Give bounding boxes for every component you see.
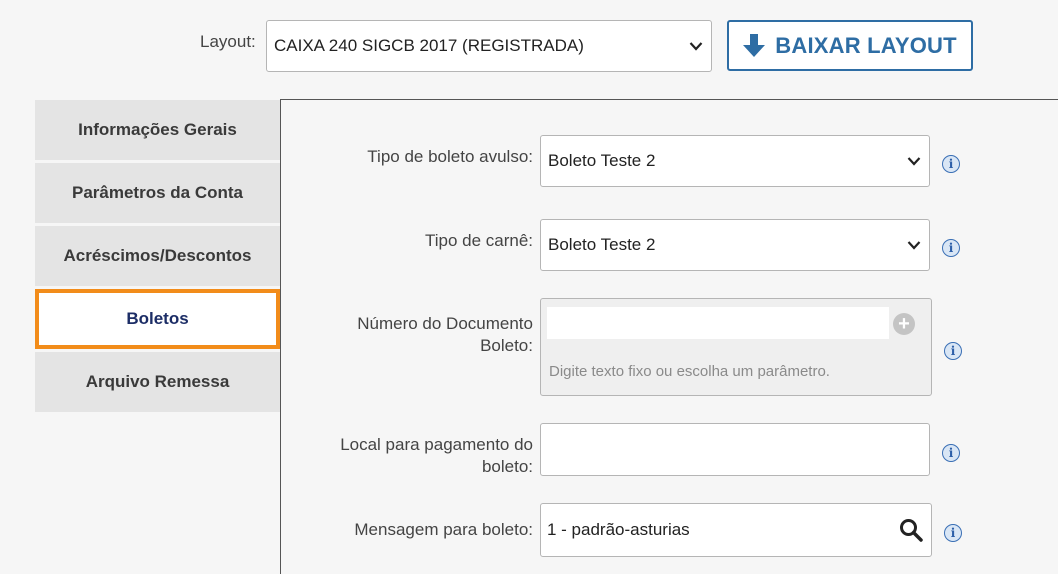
info-icon[interactable]: i [944,342,962,360]
local-pagamento-label: Local para pagamento do boleto: [340,434,533,478]
info-icon[interactable]: i [942,155,960,173]
arrow-down-icon [743,33,766,57]
search-icon[interactable] [899,518,923,542]
tab-label: Informações Gerais [78,120,237,139]
layout-select-value: CAIXA 240 SIGCB 2017 (REGISTRADA) [274,36,584,55]
chevron-down-icon [689,42,703,51]
download-layout-label: BAIXAR LAYOUT [775,32,957,58]
info-icon[interactable]: i [942,239,960,257]
numero-documento-label-line2: Boleto: [480,336,533,355]
tab-boletos[interactable]: Boletos [35,289,280,349]
mensagem-value: 1 - padrão-asturias [547,520,690,539]
local-pagamento-label-line1: Local para pagamento do [340,435,533,454]
local-pagamento-input[interactable] [540,423,930,476]
chevron-down-icon [907,241,921,250]
tipo-boleto-avulso-label: Tipo de boleto avulso: [367,147,533,166]
tab-informacoes-gerais[interactable]: Informações Gerais [35,100,280,160]
tab-parametros-da-conta[interactable]: Parâmetros da Conta [35,163,280,223]
mensagem-label: Mensagem para boleto: [354,520,533,539]
tab-label: Acréscimos/Descontos [63,246,252,265]
chevron-down-icon [907,157,921,166]
tipo-carne-select[interactable]: Boleto Teste 2 [540,219,930,271]
tipo-boleto-avulso-select[interactable]: Boleto Teste 2 [540,135,930,187]
tipo-carne-label: Tipo de carnê: [424,231,533,250]
numero-documento-label-line1: Número do Documento [357,314,533,333]
layout-select[interactable]: CAIXA 240 SIGCB 2017 (REGISTRADA) [266,20,712,72]
numero-documento-hint: Digite texto fixo ou escolha um parâmetr… [549,363,830,380]
tab-label: Parâmetros da Conta [72,183,243,202]
info-icon[interactable]: i [944,524,962,542]
plus-circle-icon[interactable]: + [893,313,915,335]
numero-documento-input[interactable] [547,307,889,339]
mensagem-input[interactable]: 1 - padrão-asturias [540,503,932,557]
numero-documento-field: + Digite texto fixo ou escolha um parâme… [540,298,932,396]
info-icon[interactable]: i [942,444,960,462]
tipo-carne-value: Boleto Teste 2 [548,235,656,254]
numero-documento-label: Número do Documento Boleto: [357,313,533,357]
layout-label: Layout: [200,32,256,51]
download-layout-button[interactable]: BAIXAR LAYOUT [727,20,973,71]
tab-label: Arquivo Remessa [85,372,230,391]
tab-arquivo-remessa[interactable]: Arquivo Remessa [35,352,280,412]
local-pagamento-label-line2: boleto: [481,457,533,476]
tab-acrescimos-descontos[interactable]: Acréscimos/Descontos [35,226,280,286]
tab-label: Boletos [126,309,189,328]
tipo-boleto-avulso-value: Boleto Teste 2 [548,151,656,170]
